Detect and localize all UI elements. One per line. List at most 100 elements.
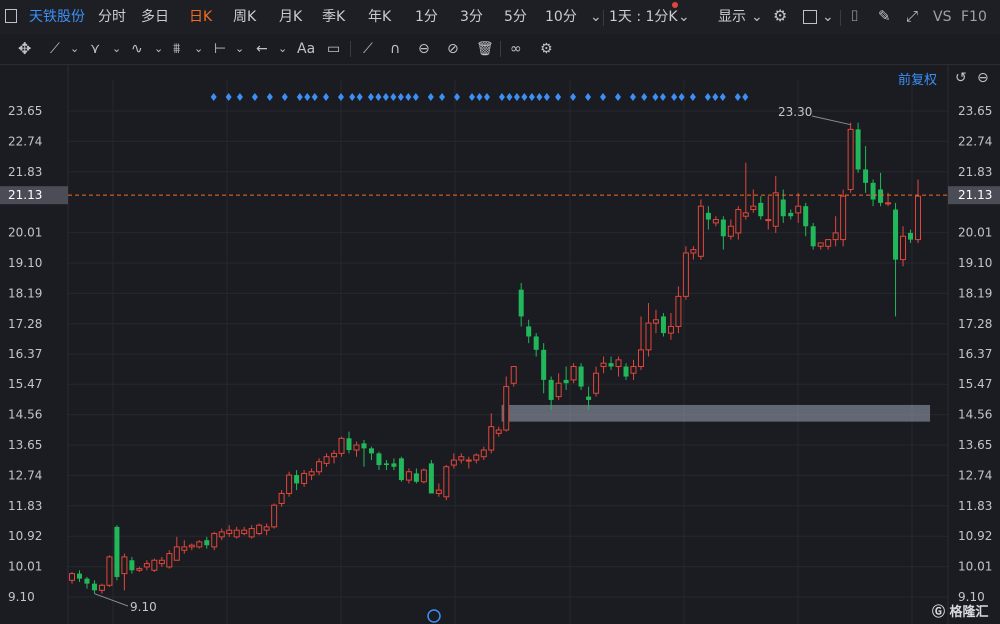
candle xyxy=(817,242,824,250)
candle-body xyxy=(301,472,308,484)
comment-icon[interactable]: ▭ xyxy=(327,41,340,57)
candle-body xyxy=(428,463,434,494)
candle-body xyxy=(316,461,323,473)
hide-icon[interactable]: ⊘ xyxy=(447,41,459,57)
chevron-down-icon[interactable]: ⌄ xyxy=(154,41,163,57)
candle xyxy=(256,523,263,536)
y-tick-label-left: 18.19 xyxy=(8,286,42,300)
gear-icon[interactable]: ⚙ xyxy=(773,8,787,24)
fibonacci-tool-icon[interactable]: ⩩ xyxy=(173,41,180,57)
tab-period-3[interactable]: 周K xyxy=(233,9,256,25)
candle-body xyxy=(541,349,547,380)
candle-body xyxy=(675,295,682,327)
move-icon[interactable]: ✥ xyxy=(18,41,31,57)
eye-icon[interactable]: ⊖ xyxy=(418,41,430,57)
chevron-down-icon[interactable]: ⌄ xyxy=(235,41,244,57)
pen-icon[interactable]: ⟋ xyxy=(363,41,373,57)
candle xyxy=(690,246,697,260)
gear-icon[interactable]: ⚙ xyxy=(540,41,553,57)
pencil-icon[interactable]: ✎ xyxy=(878,8,891,24)
display-menu[interactable]: 显示 xyxy=(718,9,746,25)
candle xyxy=(473,453,480,464)
signal-marker xyxy=(349,93,356,101)
checkbox-icon[interactable] xyxy=(803,10,817,24)
fullscreen-icon[interactable]: ⤢ xyxy=(906,8,918,24)
sidebar-toggle-icon[interactable] xyxy=(5,9,17,23)
candle-body xyxy=(346,438,352,451)
line-tool-icon[interactable]: ⟋ xyxy=(50,41,60,57)
candle xyxy=(810,222,816,250)
candle xyxy=(166,550,173,569)
camera-icon[interactable]: ⌷ xyxy=(850,8,859,24)
trash-icon[interactable]: 🗑 xyxy=(476,41,494,57)
candle-body xyxy=(735,209,742,234)
tab-period-2[interactable]: 日K xyxy=(189,9,212,25)
chevron-down-icon[interactable]: ⌄ xyxy=(112,41,121,57)
candle-body xyxy=(256,524,263,535)
f10-button[interactable]: F10 xyxy=(961,9,987,25)
candle xyxy=(541,343,547,394)
tab-period-5[interactable]: 季K xyxy=(322,9,345,25)
candle-body xyxy=(855,129,861,170)
candle xyxy=(233,526,240,539)
candle-body xyxy=(878,189,884,203)
y-tick-label-right: 12.74 xyxy=(958,468,992,482)
wave-tool-icon[interactable]: ∿ xyxy=(131,41,143,57)
chevron-down-icon[interactable]: ⌄ xyxy=(70,41,79,57)
candle-body xyxy=(720,219,726,237)
signal-marker xyxy=(671,93,678,101)
candle xyxy=(391,458,397,471)
chevron-down-icon[interactable]: ⌄ xyxy=(278,41,287,57)
candle xyxy=(331,450,338,464)
signal-marker xyxy=(506,93,513,101)
tab-period-1[interactable]: 多日 xyxy=(141,9,169,25)
vs-button[interactable]: VS xyxy=(933,9,951,25)
candle-body xyxy=(158,559,165,565)
signal-marker xyxy=(405,93,412,101)
candle-body xyxy=(136,568,143,571)
magnet-icon[interactable]: ∩ xyxy=(390,41,400,57)
y-tick-label-right: 20.01 xyxy=(958,226,992,240)
y-tick-label-left: 19.10 xyxy=(8,256,42,270)
candle xyxy=(758,196,764,220)
arrow-tool-icon[interactable]: ← xyxy=(256,41,268,57)
measure-tool-icon[interactable]: ⊢ xyxy=(214,41,226,57)
candle xyxy=(121,553,128,591)
chevron-down-icon[interactable]: ⌄ xyxy=(678,9,690,25)
chevron-down-icon[interactable]: ⌄ xyxy=(751,9,763,25)
chevron-down-icon[interactable]: ⌄ xyxy=(822,9,834,25)
candle xyxy=(383,460,389,471)
candle-body xyxy=(570,366,577,381)
y-tick-label-left: 9.10 xyxy=(8,590,35,604)
tab-period-10[interactable]: 10分 xyxy=(545,9,577,25)
candle-body xyxy=(667,325,674,334)
candle-body xyxy=(69,573,75,581)
tab-period-6[interactable]: 年K xyxy=(368,9,391,25)
chevron-down-icon[interactable]: ⌄ xyxy=(194,41,203,57)
candle xyxy=(129,556,135,574)
multi-period-select[interactable]: 1天 : 1分K xyxy=(609,9,678,25)
candle-body xyxy=(533,336,539,350)
polyline-tool-icon[interactable]: ⋎ xyxy=(90,41,100,57)
stock-name[interactable]: 天铁股份 xyxy=(29,9,85,25)
chevron-down-icon[interactable]: ⌄ xyxy=(590,9,602,25)
candle xyxy=(495,426,502,437)
signal-marker xyxy=(614,93,621,101)
tab-period-4[interactable]: 月K xyxy=(279,9,302,25)
link-icon[interactable]: ∞ xyxy=(510,41,522,57)
y-tick-label-left: 15.47 xyxy=(8,377,42,391)
current-price-label-left: 21.13 xyxy=(8,188,42,202)
indicator-icon[interactable] xyxy=(427,609,441,623)
tab-period-9[interactable]: 5分 xyxy=(504,9,527,25)
candle-body xyxy=(863,169,869,183)
tab-period-7[interactable]: 1分 xyxy=(415,9,438,25)
signal-marker xyxy=(210,93,217,101)
candle xyxy=(143,560,150,571)
tab-period-8[interactable]: 3分 xyxy=(460,9,483,25)
candle-body xyxy=(413,473,419,482)
tab-period-0[interactable]: 分时 xyxy=(98,9,126,25)
watermark-icon: Ⓖ xyxy=(932,605,950,620)
candle xyxy=(398,456,404,482)
candlestick-chart[interactable]: 23.65 23.65 22.74 22.74 21.83 21.83 20.01 20.01… xyxy=(0,64,1000,624)
text-tool-icon[interactable]: Aa xyxy=(297,41,315,57)
